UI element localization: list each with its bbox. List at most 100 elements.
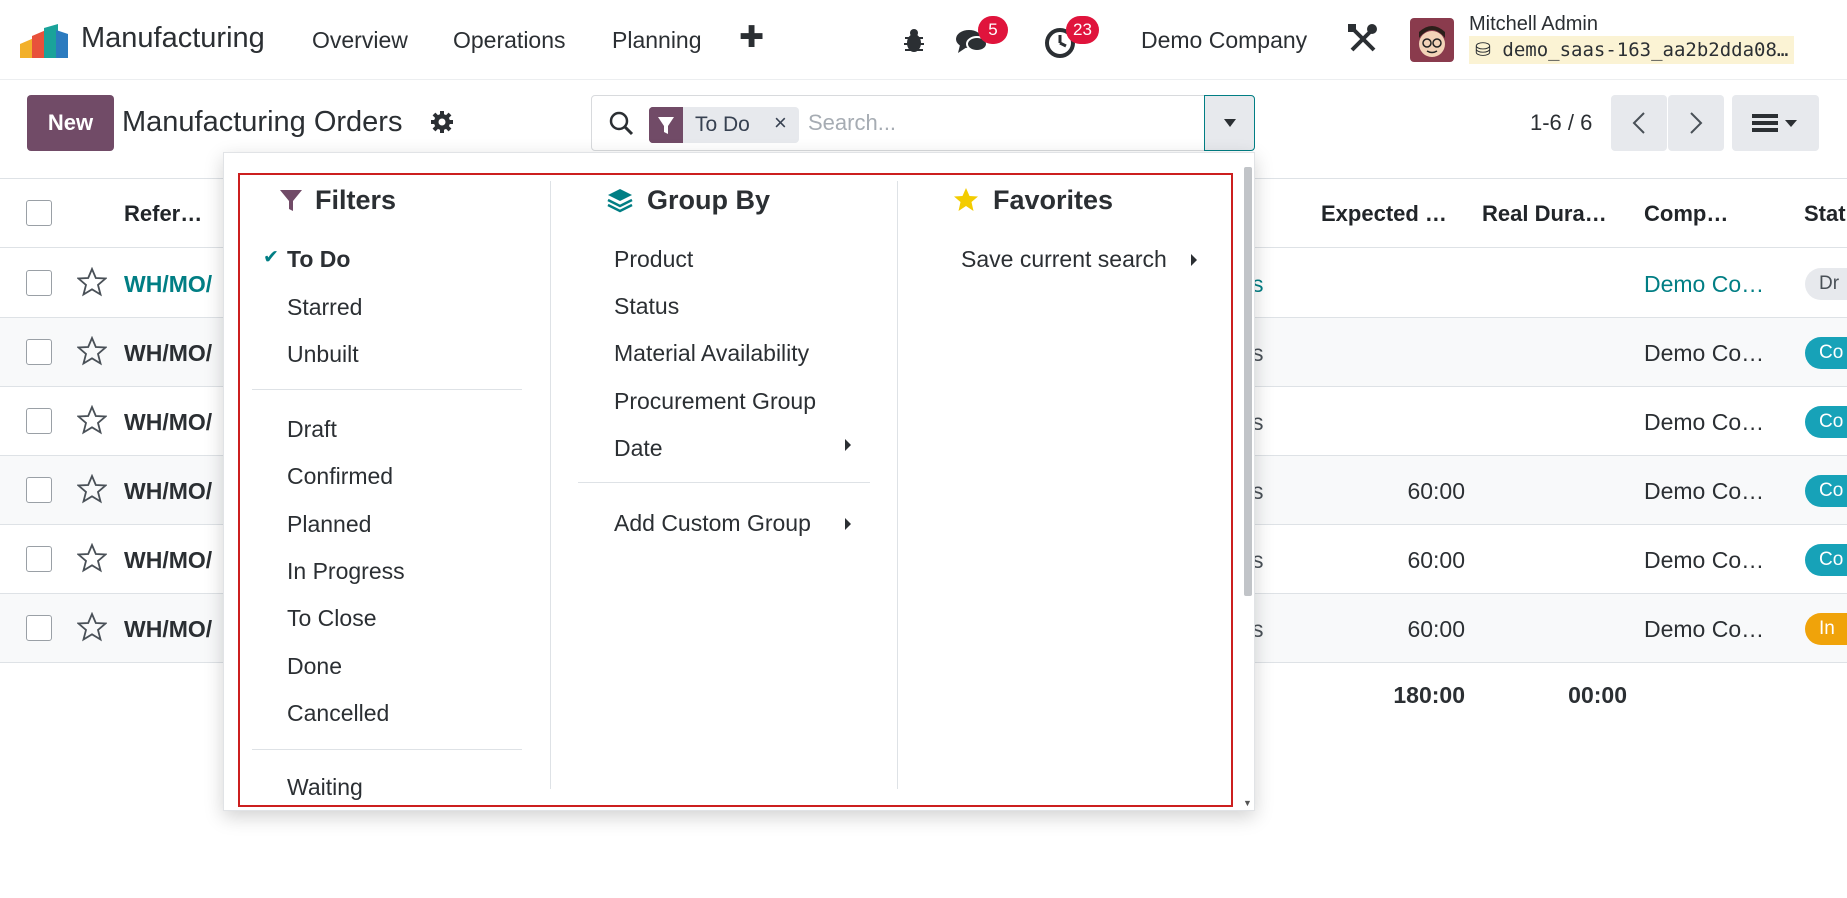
close-icon[interactable]: × bbox=[774, 110, 787, 136]
menu-operations[interactable]: Operations bbox=[453, 27, 566, 54]
user-name[interactable]: Mitchell Admin bbox=[1469, 13, 1598, 36]
star-icon[interactable] bbox=[76, 266, 108, 297]
pager-previous-button[interactable] bbox=[1611, 95, 1667, 151]
facet-label: To Do bbox=[695, 113, 750, 136]
groupby-procurement-group[interactable]: Procurement Group bbox=[614, 388, 816, 415]
row-checkbox[interactable] bbox=[26, 477, 52, 503]
avatar[interactable] bbox=[1410, 18, 1454, 62]
column-real-duration[interactable]: Real Dura… bbox=[1482, 201, 1607, 227]
filters-title: Filters bbox=[315, 185, 397, 215]
star-icon[interactable] bbox=[76, 611, 108, 642]
bug-icon[interactable] bbox=[897, 24, 931, 58]
row-checkbox[interactable] bbox=[26, 408, 52, 434]
cell-reference[interactable]: WH/MO/ bbox=[124, 616, 212, 643]
menu-planning[interactable]: Planning bbox=[612, 27, 702, 54]
favorites-title: Favorites bbox=[993, 185, 1114, 215]
cell-reference[interactable]: WH/MO/ bbox=[124, 409, 212, 436]
cell-expected-duration: 60:00 bbox=[1407, 478, 1465, 504]
column-company[interactable]: Comp… bbox=[1644, 201, 1728, 227]
cell-reference[interactable]: WH/MO/ bbox=[124, 547, 212, 574]
filter-confirmed[interactable]: Confirmed bbox=[287, 463, 393, 490]
scroll-down-arrow[interactable]: ▼ bbox=[1243, 798, 1252, 808]
row-checkbox[interactable] bbox=[26, 339, 52, 365]
groupby-product[interactable]: Product bbox=[614, 246, 693, 273]
dropdown-scrollbar[interactable] bbox=[1244, 167, 1252, 596]
app-name[interactable]: Manufacturing bbox=[81, 22, 265, 55]
groupby-date[interactable]: Date bbox=[614, 435, 663, 462]
star-icon[interactable] bbox=[76, 542, 108, 573]
filters-divider bbox=[252, 749, 522, 750]
database-icon: ⛁ bbox=[1475, 39, 1491, 61]
status-badge: In bbox=[1805, 613, 1847, 645]
cell-reference[interactable]: WH/MO/ bbox=[124, 340, 212, 367]
status-badge: Dr bbox=[1805, 268, 1847, 300]
select-all-checkbox[interactable] bbox=[26, 200, 52, 226]
column-separator bbox=[897, 181, 898, 789]
search-bar[interactable]: To Do × bbox=[591, 95, 1205, 151]
caret-right-icon bbox=[1191, 254, 1197, 266]
star-icon bbox=[954, 188, 978, 211]
new-button[interactable]: New bbox=[27, 95, 114, 151]
row-checkbox[interactable] bbox=[26, 615, 52, 641]
filter-in-progress[interactable]: In Progress bbox=[287, 558, 405, 585]
cell-expected-duration: 60:00 bbox=[1407, 547, 1465, 573]
filter-starred[interactable]: Starred bbox=[287, 294, 362, 321]
caret-down-icon bbox=[1224, 119, 1236, 127]
status-badge: Co bbox=[1805, 337, 1847, 369]
filter-unbuilt[interactable]: Unbuilt bbox=[287, 341, 359, 368]
chevron-right-icon bbox=[1690, 112, 1703, 134]
manufacturing-app-icon[interactable] bbox=[20, 24, 68, 58]
search-icon[interactable] bbox=[608, 110, 634, 136]
filter-waiting[interactable]: Waiting bbox=[287, 774, 363, 801]
add-custom-group[interactable]: Add Custom Group bbox=[614, 510, 811, 537]
filter-to-close[interactable]: To Close bbox=[287, 605, 376, 632]
groupby-material-availability[interactable]: Material Availability bbox=[614, 340, 809, 367]
cell-company: Demo Co… bbox=[1644, 409, 1765, 435]
pager-value[interactable]: 1-6 / 6 bbox=[1530, 110, 1592, 136]
filter-draft[interactable]: Draft bbox=[287, 416, 337, 443]
column-separator bbox=[550, 181, 551, 789]
layers-icon bbox=[607, 189, 633, 213]
pager-next-button[interactable] bbox=[1668, 95, 1724, 151]
chevron-left-icon bbox=[1632, 112, 1645, 134]
status-badge: Co bbox=[1805, 544, 1847, 576]
column-expected-duration[interactable]: Expected … bbox=[1321, 201, 1447, 227]
groupby-status[interactable]: Status bbox=[614, 293, 679, 320]
star-icon[interactable] bbox=[76, 335, 108, 366]
cell-company: Demo Co… bbox=[1644, 547, 1765, 573]
search-input[interactable] bbox=[808, 106, 1188, 140]
star-icon[interactable] bbox=[76, 473, 108, 504]
cell-reference[interactable]: WH/MO/ bbox=[124, 478, 212, 505]
save-current-search[interactable]: Save current search bbox=[961, 246, 1167, 273]
menu-overview[interactable]: Overview bbox=[312, 27, 408, 54]
cell-reference[interactable]: WH/MO/ bbox=[124, 271, 212, 298]
plus-icon[interactable]: ✚ bbox=[739, 20, 764, 55]
filter-done[interactable]: Done bbox=[287, 653, 342, 680]
cell-company: Demo Co… bbox=[1644, 271, 1765, 297]
search-options-toggle[interactable] bbox=[1204, 95, 1255, 151]
total-expected-duration: 180:00 bbox=[1393, 682, 1465, 708]
filter-cancelled[interactable]: Cancelled bbox=[287, 700, 389, 727]
filter-planned[interactable]: Planned bbox=[287, 511, 371, 538]
star-icon[interactable] bbox=[76, 404, 108, 435]
row-checkbox[interactable] bbox=[26, 546, 52, 572]
status-badge: Co bbox=[1805, 475, 1847, 507]
cell-company: Demo Co… bbox=[1644, 478, 1765, 504]
column-status[interactable]: Stat bbox=[1804, 201, 1846, 227]
column-reference[interactable]: Refer… bbox=[124, 201, 202, 227]
view-switcher-button[interactable] bbox=[1732, 95, 1819, 151]
check-icon: ✔ bbox=[263, 247, 279, 268]
search-facet: To Do × bbox=[649, 107, 799, 143]
filter-to-do[interactable]: To Do bbox=[287, 246, 350, 273]
cell-expected-duration: 60:00 bbox=[1407, 616, 1465, 642]
cell-company: Demo Co… bbox=[1644, 340, 1765, 366]
search-panel-dropdown: ▼ Filters ✔ To Do Starred Unbuilt Draft Con… bbox=[223, 152, 1255, 811]
tools-icon[interactable] bbox=[1346, 22, 1380, 56]
gear-icon[interactable] bbox=[430, 110, 454, 134]
company-switcher[interactable]: Demo Company bbox=[1141, 27, 1307, 54]
messages-badge: 5 bbox=[978, 16, 1008, 44]
caret-right-icon bbox=[845, 439, 851, 451]
list-view-icon bbox=[1752, 114, 1797, 132]
top-navbar: Manufacturing Overview Operations Planni… bbox=[0, 0, 1847, 80]
row-checkbox[interactable] bbox=[26, 270, 52, 296]
